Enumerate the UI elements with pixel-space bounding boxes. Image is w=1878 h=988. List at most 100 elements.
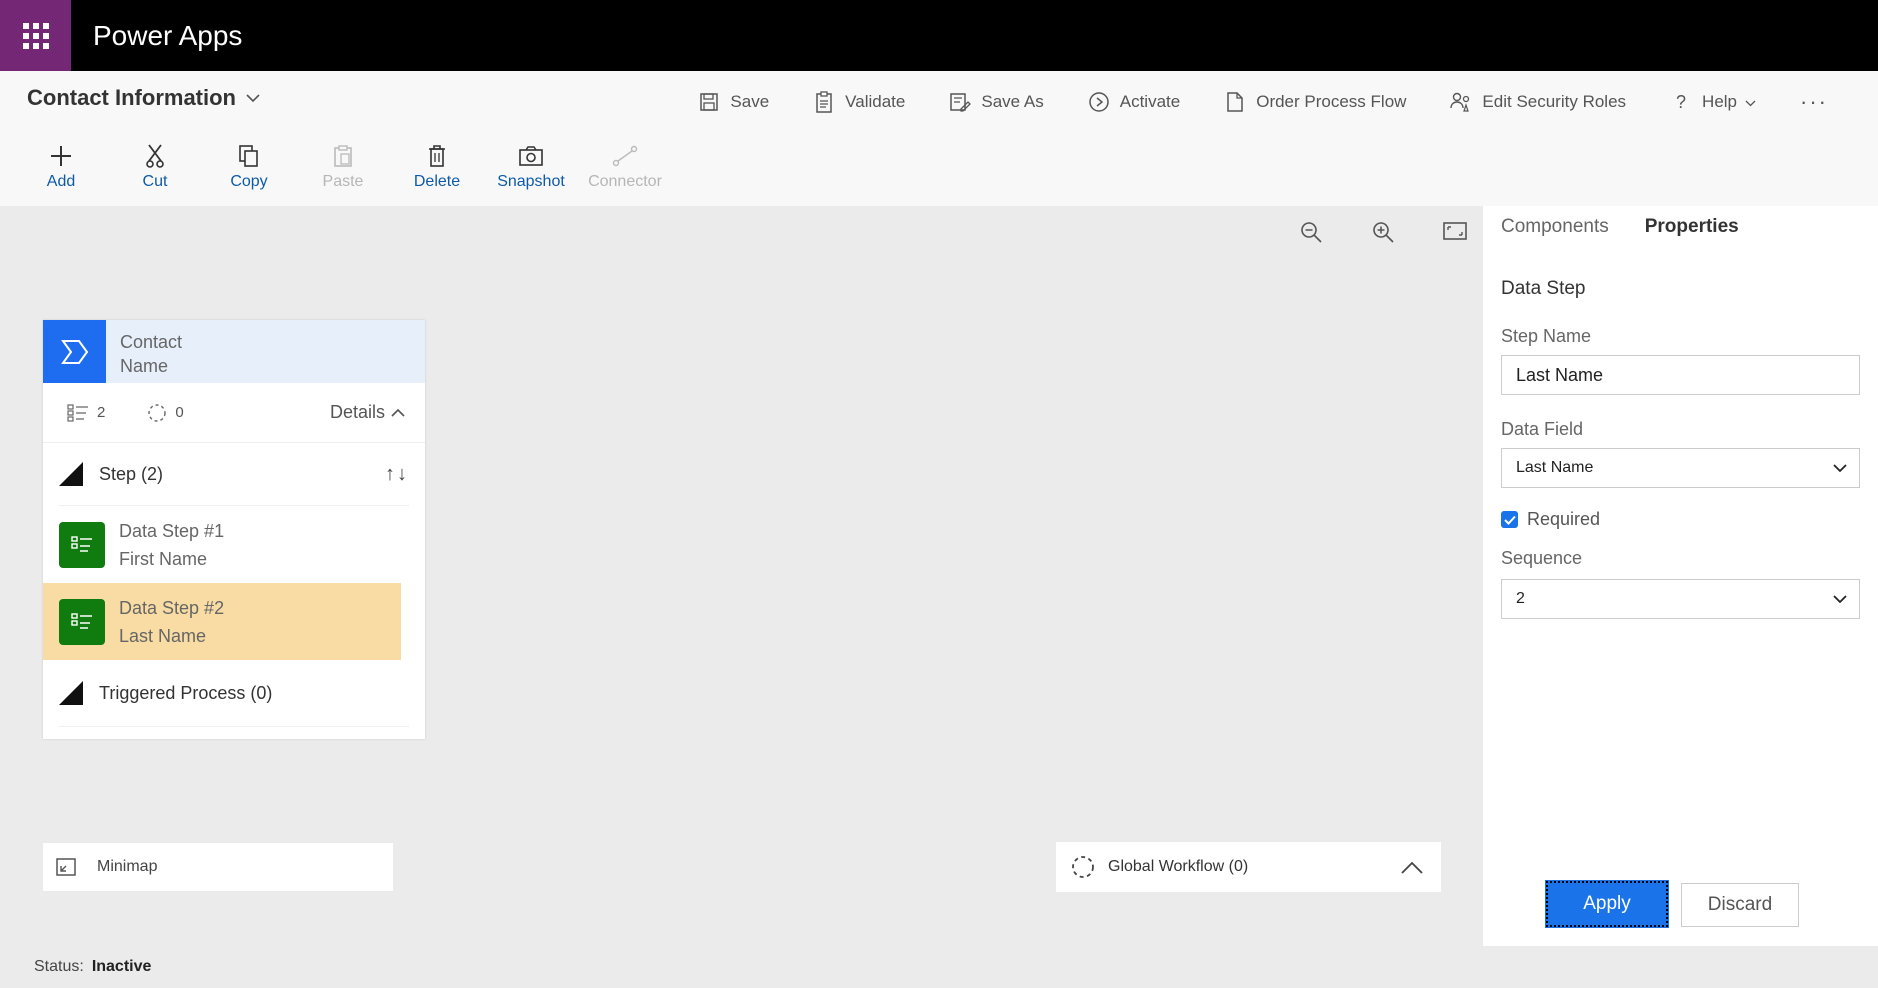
collapse-triangle-icon [59, 681, 83, 705]
delete-button[interactable]: Delete [390, 139, 484, 191]
copy-button[interactable]: Copy [202, 139, 296, 191]
global-workflow-panel[interactable]: Global Workflow (0) [1056, 842, 1441, 892]
stage-header[interactable]: Contact Name [43, 320, 425, 383]
apply-button[interactable]: Apply [1545, 880, 1669, 928]
edit-security-roles-button[interactable]: Edit Security Roles [1450, 91, 1626, 113]
command-bar: Contact Information Save Validate Save A… [0, 71, 1878, 206]
status-label: Status: [34, 958, 84, 975]
properties-panel: Components Properties Data Step Step Nam… [1483, 206, 1878, 947]
reorder-arrows-icon[interactable]: ↑↓ [385, 463, 409, 486]
fit-screen-icon [1443, 222, 1467, 240]
step-title: Data Step #2 [119, 597, 225, 618]
activate-button[interactable]: Activate [1088, 91, 1180, 113]
steps-list-icon [67, 403, 88, 422]
help-icon: ? [1676, 91, 1687, 112]
add-label: Add [46, 173, 76, 190]
designer-canvas[interactable]: Contact Name 2 0 Details Step (2) ↑↓ Dat… [0, 206, 1483, 946]
data-step-item[interactable]: Data Step #1 First Name [43, 506, 401, 583]
security-roles-icon [1450, 91, 1472, 113]
fit-to-screen-button[interactable] [1419, 220, 1491, 244]
plus-icon [49, 139, 73, 173]
panel-tabs: Components Properties [1501, 216, 1775, 238]
chevron-down-icon [1833, 463, 1847, 472]
step-title: Data Step #1 [119, 520, 225, 541]
stage-chevron-icon [43, 320, 106, 383]
tab-properties[interactable]: Properties [1645, 216, 1739, 238]
panel-heading: Data Step [1501, 278, 1586, 299]
zoom-in-icon [1373, 222, 1394, 243]
snapshot-button[interactable]: Snapshot [484, 139, 578, 191]
zoom-out-icon [1301, 222, 1322, 243]
workflow-icon [1072, 856, 1094, 878]
data-field-label: Data Field [1501, 419, 1584, 439]
stage-meta: 2 0 Details [43, 383, 425, 443]
action-toolbar: Save Validate Save As Activate Order Pro… [654, 89, 1828, 115]
chevron-down-icon [1833, 594, 1847, 603]
snapshot-label: Snapshot [497, 173, 565, 190]
scissors-icon [145, 139, 165, 173]
paste-label: Paste [322, 173, 364, 190]
required-checkbox[interactable]: Required [1501, 509, 1600, 530]
activate-icon [1088, 91, 1110, 113]
step-count: 2 [67, 403, 105, 422]
process-title: Contact Information [27, 85, 236, 110]
collapse-triangle-icon [59, 462, 83, 486]
data-field-select[interactable]: Last Name [1501, 448, 1860, 488]
steps-section-header[interactable]: Step (2) ↑↓ [43, 443, 425, 505]
step-name-label: Step Name [1501, 326, 1592, 346]
data-step-item-selected[interactable]: Data Step #2 Last Name [43, 583, 401, 660]
paste-icon [332, 139, 354, 173]
edit-toolbar: Add Cut Copy Paste Delete Snapshot Conne… [14, 139, 672, 191]
checkmark-icon [1501, 511, 1518, 528]
step-field: Last Name [119, 625, 207, 646]
step-name-input[interactable]: Last Name [1501, 355, 1860, 395]
document-icon [1224, 91, 1246, 113]
waffle-icon [22, 22, 49, 49]
copy-label: Copy [230, 173, 268, 190]
chevron-up-icon[interactable] [1401, 861, 1423, 874]
sequence-select[interactable]: 2 [1501, 579, 1860, 619]
status-value: Inactive [91, 958, 152, 975]
discard-button[interactable]: Discard [1681, 883, 1799, 927]
connector-label: Connector [588, 173, 662, 190]
data-step-icon [59, 521, 105, 568]
sequence-label: Sequence [1501, 548, 1583, 568]
connector-icon [612, 139, 638, 173]
app-launcher-button[interactable] [0, 0, 71, 71]
zoom-controls [1275, 220, 1491, 244]
save-button[interactable]: Save [698, 91, 769, 113]
process-title-dropdown[interactable]: Contact Information [27, 85, 260, 111]
validate-button[interactable]: Validate [813, 91, 905, 113]
cut-button[interactable]: Cut [108, 139, 202, 191]
stage-card[interactable]: Contact Name 2 0 Details Step (2) ↑↓ Dat… [43, 320, 425, 739]
add-button[interactable]: Add [14, 139, 108, 191]
workflow-count: 0 [147, 403, 184, 423]
order-process-flow-button[interactable]: Order Process Flow [1224, 91, 1406, 113]
connector-button[interactable]: Connector [578, 139, 672, 191]
chevron-up-icon [391, 408, 405, 417]
zoom-in-button[interactable] [1347, 220, 1419, 244]
save-icon [698, 91, 720, 113]
triggered-process-header[interactable]: Triggered Process (0) [43, 660, 425, 726]
more-options-button[interactable]: ··· [1800, 89, 1828, 115]
chevron-down-icon [1745, 92, 1756, 112]
paste-button[interactable]: Paste [296, 139, 390, 191]
zoom-out-button[interactable] [1275, 220, 1347, 244]
help-button[interactable]: ? Help [1670, 91, 1756, 113]
workflow-icon [148, 403, 167, 422]
trash-icon [427, 139, 447, 173]
data-step-icon [59, 598, 105, 645]
app-name: Power Apps [93, 19, 243, 51]
copy-icon [238, 139, 260, 173]
minimap-icon [56, 858, 76, 876]
cut-label: Cut [142, 173, 168, 190]
clipboard-icon [813, 91, 835, 113]
top-bar: Power Apps [0, 0, 1878, 71]
stage-name: Contact Name [106, 320, 425, 383]
minimap-toggle[interactable]: Minimap [43, 843, 393, 891]
details-toggle[interactable]: Details [330, 402, 405, 423]
tab-components[interactable]: Components [1501, 216, 1609, 238]
save-as-label: Save As [981, 92, 1044, 111]
save-as-button[interactable]: Save As [949, 91, 1044, 113]
activate-label: Activate [1119, 92, 1181, 111]
